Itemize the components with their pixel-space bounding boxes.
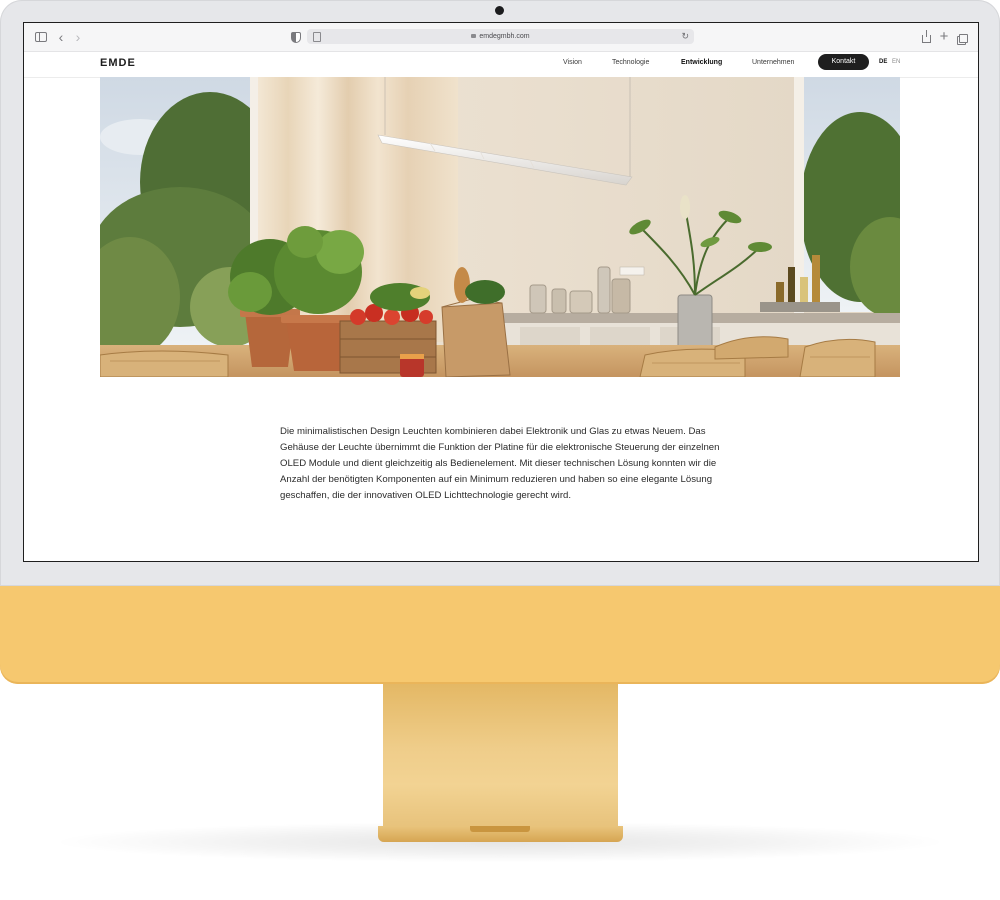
url-display: emdegmbh.com — [307, 29, 694, 44]
language-en[interactable]: EN — [892, 59, 900, 65]
url-text: emdegmbh.com — [479, 33, 530, 40]
imac-stand-slot — [470, 826, 530, 832]
tab-overview-icon[interactable] — [955, 30, 969, 44]
nav-technologie[interactable]: Technologie — [612, 59, 649, 66]
reload-icon[interactable]: ↻ — [681, 29, 689, 44]
privacy-shield-icon[interactable] — [289, 30, 303, 44]
imac-chin — [0, 586, 1000, 684]
forward-arrow-icon[interactable]: › — [71, 30, 85, 44]
lock-icon — [471, 34, 477, 38]
share-icon[interactable] — [919, 30, 933, 44]
browser-toolbar: ‹ › emdegmbh.com ↻ + — [24, 23, 978, 52]
hero-image — [100, 77, 900, 377]
address-bar[interactable]: emdegmbh.com ↻ — [307, 29, 694, 44]
contact-button[interactable]: Kontakt — [818, 54, 869, 70]
nav-vision[interactable]: Vision — [563, 59, 582, 66]
camera-icon — [495, 6, 504, 15]
imac-stand — [383, 684, 618, 828]
site-header: EMDE Vision Technologie Entwicklung Unte… — [24, 52, 978, 78]
nav-entwicklung[interactable]: Entwicklung — [681, 59, 722, 66]
screen: ‹ › emdegmbh.com ↻ + EMDE Vision Technol… — [23, 22, 979, 562]
site-logo[interactable]: EMDE — [100, 57, 136, 69]
sidebar-toggle-icon[interactable] — [34, 30, 48, 44]
language-de[interactable]: DE — [879, 59, 887, 65]
new-tab-icon[interactable]: + — [937, 29, 951, 44]
nav-unternehmen[interactable]: Unternehmen — [752, 59, 794, 66]
back-arrow-icon[interactable]: ‹ — [54, 30, 68, 44]
content-paragraph: Die minimalistischen Design Leuchten kom… — [280, 426, 720, 501]
